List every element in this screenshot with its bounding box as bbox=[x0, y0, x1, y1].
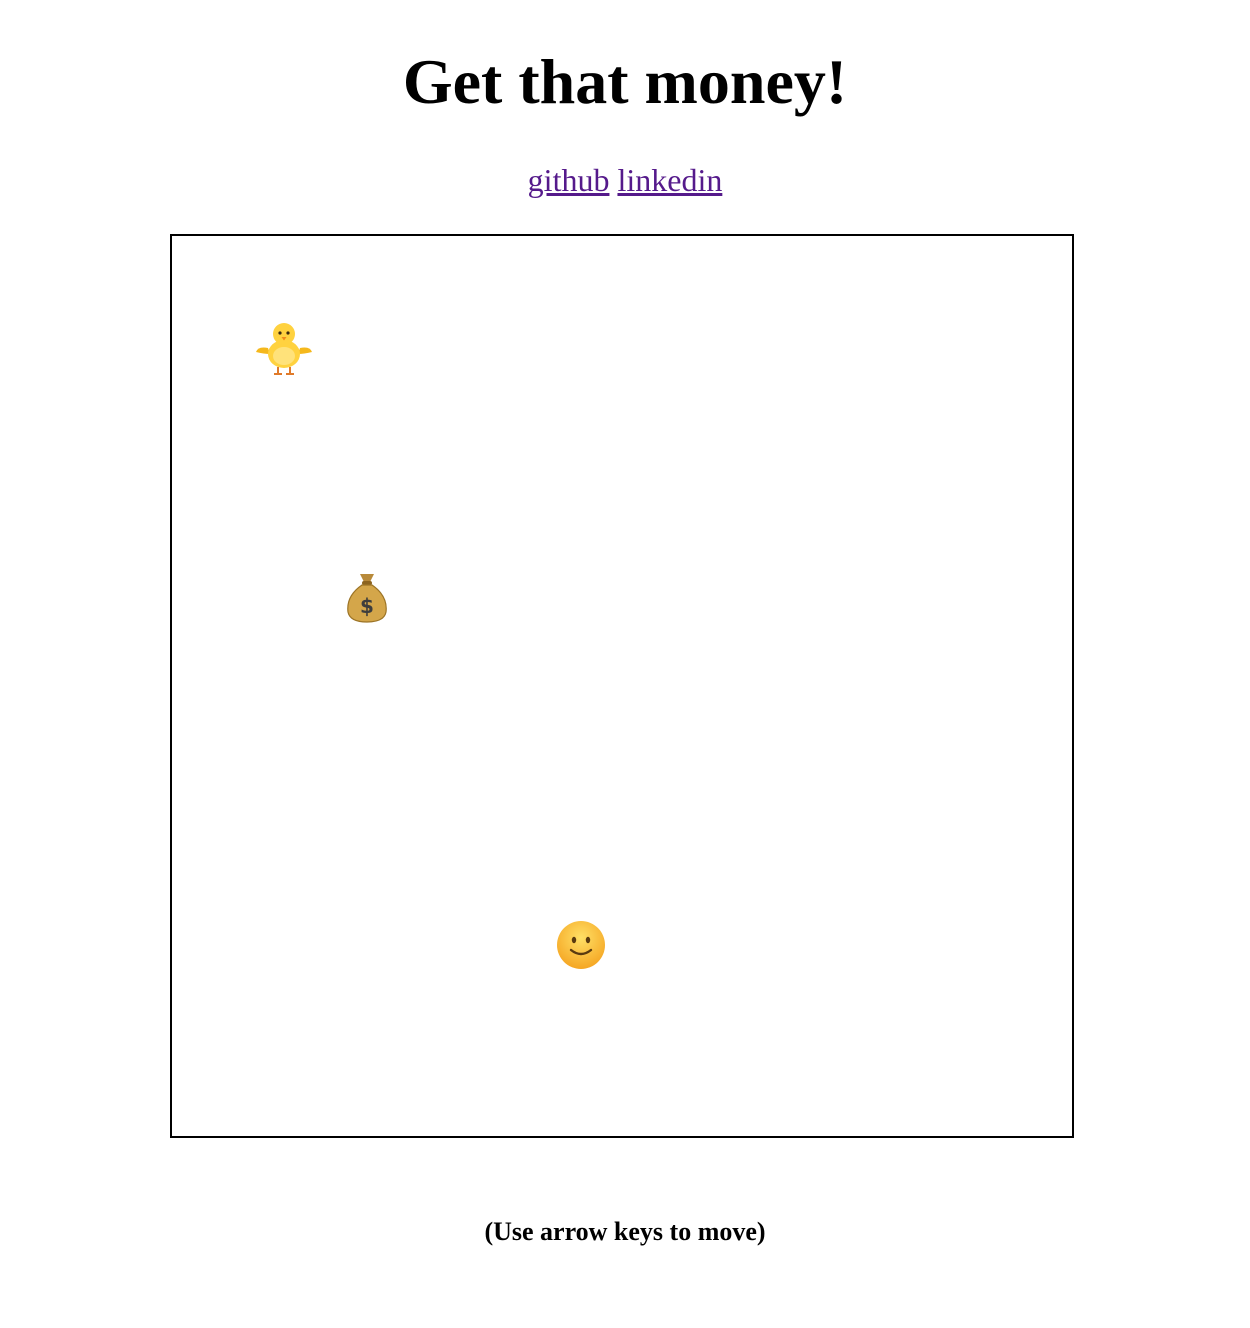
instructions-text: (Use arrow keys to move) bbox=[484, 1217, 766, 1246]
game-board[interactable]: $ bbox=[170, 234, 1074, 1138]
github-link[interactable]: github bbox=[528, 162, 610, 198]
links-bar: github linkedin bbox=[0, 160, 1250, 200]
page-title: Get that money! bbox=[402, 46, 848, 117]
front-facing-baby-chick-icon bbox=[256, 323, 312, 375]
linkedin-link[interactable]: linkedin bbox=[617, 162, 722, 198]
slightly-smiling-face-icon bbox=[557, 921, 605, 969]
money-bag-icon: $ bbox=[347, 574, 387, 623]
svg-text:$: $ bbox=[360, 594, 374, 618]
